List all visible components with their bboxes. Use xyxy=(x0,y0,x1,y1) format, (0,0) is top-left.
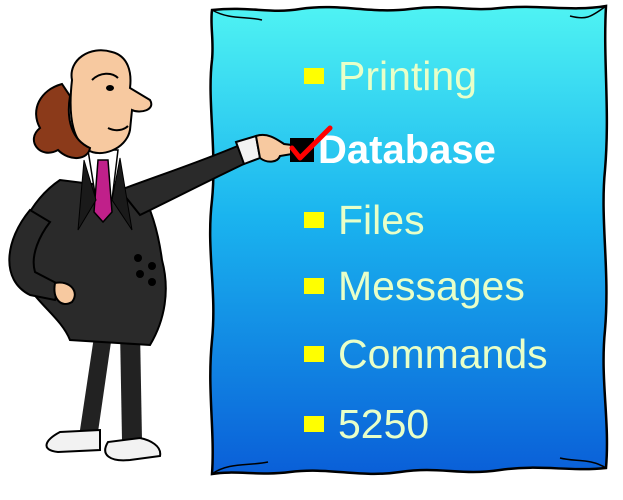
menu-item-label: Database xyxy=(318,127,496,172)
checkbox-checked-icon xyxy=(289,125,333,162)
menu-item-messages[interactable]: Messages xyxy=(298,258,525,314)
bullet-square-icon xyxy=(304,346,324,362)
bullet-square-icon xyxy=(304,278,324,294)
menu-item-label: Printing xyxy=(338,52,478,99)
menu-item-label: 5250 xyxy=(338,400,430,447)
bullet-square-icon xyxy=(304,416,324,432)
menu-item-label: Messages xyxy=(338,262,525,309)
menu-item-label: Commands xyxy=(338,330,548,377)
red-check-icon xyxy=(289,125,333,161)
menu-item-commands[interactable]: Commands xyxy=(298,326,548,382)
bullet-square-icon xyxy=(304,212,324,228)
menu-item-files[interactable]: Files xyxy=(298,192,425,248)
menu-item-printing[interactable]: Printing xyxy=(298,48,477,104)
menu-item-label: Files xyxy=(338,196,425,243)
bullet-square-icon xyxy=(304,68,324,84)
slide: Printing Database Files Messages Command… xyxy=(0,0,623,500)
menu-item-5250[interactable]: 5250 xyxy=(298,396,429,452)
menu-item-database[interactable]: Database xyxy=(289,122,496,178)
